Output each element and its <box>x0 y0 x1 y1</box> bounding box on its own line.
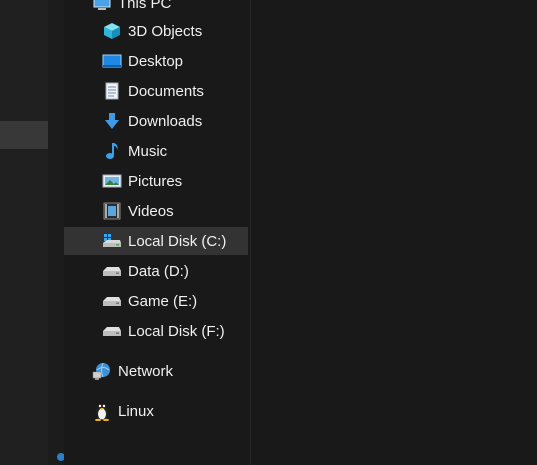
nav-item-label: Downloads <box>128 112 203 130</box>
nav-item-documents[interactable]: Documents <box>64 77 248 105</box>
scroll-gutter <box>48 0 65 465</box>
nav-item-label: Network <box>118 362 174 380</box>
nav-item-label: This PC <box>118 0 172 12</box>
downloads-icon <box>102 111 122 131</box>
nav-item-data-d[interactable]: Data (D:) <box>64 257 248 285</box>
nav-item-label: Music <box>128 142 168 160</box>
nav-item-local-disk-c[interactable]: Local Disk (C:) <box>64 227 248 255</box>
nav-item-pictures[interactable]: Pictures <box>64 167 248 195</box>
drive-icon <box>102 291 122 311</box>
nav-item-label: Desktop <box>128 52 184 70</box>
left-panel <box>0 0 48 465</box>
music-icon <box>102 141 122 161</box>
nav-item-label: Local Disk (F:) <box>128 322 225 340</box>
nav-item-label: Linux <box>118 402 154 420</box>
this-pc-icon <box>92 0 112 13</box>
nav-item-videos[interactable]: Videos <box>64 197 248 225</box>
left-panel-selected-item[interactable] <box>0 121 48 149</box>
nav-item-linux[interactable]: Linux <box>64 397 248 425</box>
drive-icon <box>102 321 122 341</box>
nav-item-music[interactable]: Music <box>64 137 248 165</box>
nav-item-label: Videos <box>128 202 174 220</box>
nav-item-label: Local Disk (C:) <box>128 232 227 250</box>
nav-item-3d-objects[interactable]: 3D Objects <box>64 17 248 45</box>
nav-item-local-disk-f[interactable]: Local Disk (F:) <box>64 317 248 345</box>
nav-item-label: Pictures <box>128 172 183 190</box>
nav-item-downloads[interactable]: Downloads <box>64 107 248 135</box>
3d-objects-icon <box>102 21 122 41</box>
videos-icon <box>102 201 122 221</box>
nav-item-this-pc[interactable]: This PC <box>64 0 248 17</box>
nav-item-network[interactable]: Network <box>64 357 248 385</box>
pictures-icon <box>102 171 122 191</box>
nav-item-label: Data (D:) <box>128 262 189 280</box>
linux-penguin-icon <box>92 401 112 421</box>
nav-item-game-e[interactable]: Game (E:) <box>64 287 248 315</box>
nav-item-label: Documents <box>128 82 204 100</box>
nav-item-label: 3D Objects <box>128 22 203 40</box>
desktop-icon <box>102 51 122 71</box>
nav-item-label: Game (E:) <box>128 292 198 310</box>
nav-item-desktop[interactable]: Desktop <box>64 47 248 75</box>
network-icon <box>92 361 112 381</box>
content-area <box>251 0 537 465</box>
drive-icon <box>102 261 122 281</box>
file-explorer-window: This PC 3D Objects Desktop Documents Dow… <box>0 0 537 465</box>
documents-icon <box>102 81 122 101</box>
windows-drive-icon <box>102 231 122 251</box>
